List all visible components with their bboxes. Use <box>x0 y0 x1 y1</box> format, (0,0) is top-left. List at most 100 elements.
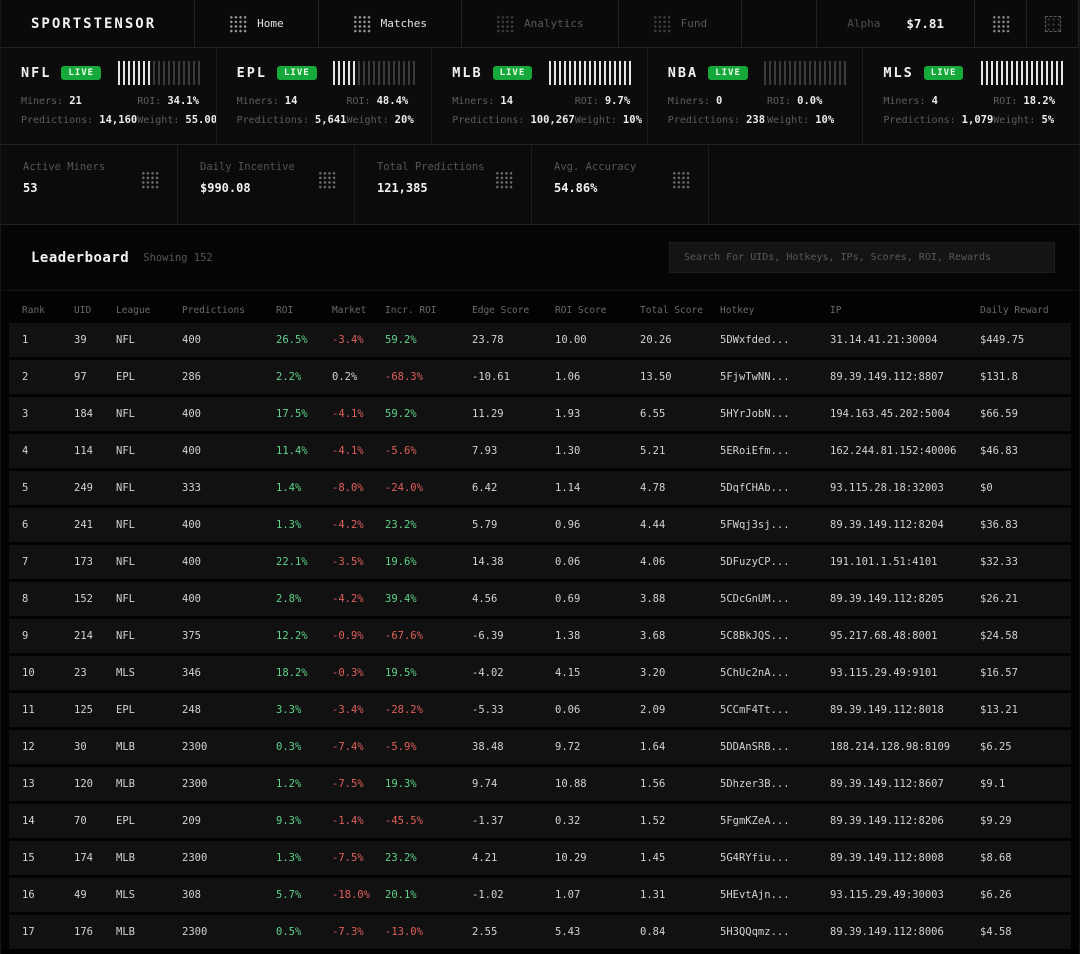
cell-uid: 120 <box>74 778 116 790</box>
cell-predictions: 400 <box>182 593 276 605</box>
cell-rank: 14 <box>22 815 74 827</box>
cell-hotkey: 5Dhzer3B... <box>720 778 830 790</box>
table-row[interactable]: 11125EPL2483.3%-3.4%-28.2%-5.330.062.095… <box>9 693 1071 727</box>
cell-roi: 12.2% <box>276 630 332 642</box>
league-card-nfl: NFL LIVE Miners: 21 ROI: 34.1% Predictio… <box>1 48 217 144</box>
cell-uid: 173 <box>74 556 116 568</box>
cell-total-score: 3.20 <box>640 667 720 679</box>
roi-value: 0.0% <box>797 95 822 107</box>
cell-market: -0.3% <box>332 667 385 679</box>
cell-hotkey: 5FWqj3sj... <box>720 519 830 531</box>
table-row[interactable]: 3184NFL40017.5%-4.1%59.2%11.291.936.555H… <box>9 397 1071 431</box>
cell-hotkey: 5DWxfded... <box>720 334 830 346</box>
weight-gauge <box>118 61 200 85</box>
stat-value: 53 <box>23 181 105 195</box>
predictions-value: 100,267 <box>530 114 574 126</box>
cell-market: -4.2% <box>332 519 385 531</box>
live-badge: LIVE <box>924 66 964 80</box>
league-card-epl: EPL LIVE Miners: 14 ROI: 48.4% Predictio… <box>217 48 433 144</box>
cell-edge-score: 4.56 <box>472 593 555 605</box>
table-row[interactable]: 8152NFL4002.8%-4.2%39.4%4.560.693.885CDc… <box>9 582 1071 616</box>
column-header-predictions: Predictions <box>182 305 276 316</box>
cell-ip: 95.217.68.48:8001 <box>830 630 980 642</box>
cell-hotkey: 5ChUc2nA... <box>720 667 830 679</box>
cell-ip: 31.14.41.21:30004 <box>830 334 980 346</box>
cell-total-score: 20.26 <box>640 334 720 346</box>
stat-total-predictions: Total Predictions 121,385 <box>355 145 532 224</box>
table-row[interactable]: 4114NFL40011.4%-4.1%-5.6%7.931.305.215ER… <box>9 434 1071 468</box>
table-row[interactable]: 7173NFL40022.1%-3.5%19.6%14.380.064.065D… <box>9 545 1071 579</box>
cell-hotkey: 5FgmKZeA... <box>720 815 830 827</box>
cell-total-score: 4.44 <box>640 519 720 531</box>
grid-menu-button[interactable] <box>975 0 1027 47</box>
cell-market: -7.5% <box>332 852 385 864</box>
table-row[interactable]: 139NFL40026.5%-3.4%59.2%23.7810.0020.265… <box>9 323 1071 357</box>
roi-value: 34.1% <box>167 95 199 107</box>
live-badge: LIVE <box>61 66 101 80</box>
cell-predictions: 400 <box>182 519 276 531</box>
cell-edge-score: -10.61 <box>472 371 555 383</box>
alpha-label: Alpha <box>847 17 880 30</box>
cell-hotkey: 5G4RYfiu... <box>720 852 830 864</box>
cell-league: EPL <box>116 371 182 383</box>
cell-roi-score: 1.38 <box>555 630 640 642</box>
cell-predictions: 308 <box>182 889 276 901</box>
table-row[interactable]: 9214NFL37512.2%-0.9%-67.6%-6.391.383.685… <box>9 619 1071 653</box>
cell-daily-reward: $6.25 <box>980 741 1071 753</box>
table-row[interactable]: 1470EPL2099.3%-1.4%-45.5%-1.370.321.525F… <box>9 804 1071 838</box>
search-input[interactable] <box>669 242 1055 273</box>
cell-uid: 249 <box>74 482 116 494</box>
table-row[interactable]: 6241NFL4001.3%-4.2%23.2%5.790.964.445FWq… <box>9 508 1071 542</box>
nav-item-home[interactable]: Home <box>195 0 319 47</box>
league-name: EPL <box>237 65 267 81</box>
cell-hotkey: 5ERoiEfm... <box>720 445 830 457</box>
cell-ip: 89.39.149.112:8205 <box>830 593 980 605</box>
cell-edge-score: -6.39 <box>472 630 555 642</box>
cell-market: -1.4% <box>332 815 385 827</box>
cell-predictions: 333 <box>182 482 276 494</box>
cell-daily-reward: $8.68 <box>980 852 1071 864</box>
table-row[interactable]: 15174MLB23001.3%-7.5%23.2%4.2110.291.455… <box>9 841 1071 875</box>
cell-hotkey: 5H3QQqmz... <box>720 926 830 938</box>
cell-league: NFL <box>116 482 182 494</box>
cell-market: 0.2% <box>332 371 385 383</box>
cell-edge-score: 5.79 <box>472 519 555 531</box>
stat-value: 54.86% <box>554 181 636 195</box>
cell-uid: 23 <box>74 667 116 679</box>
table-row[interactable]: 1023MLS34618.2%-0.3%19.5%-4.024.153.205C… <box>9 656 1071 690</box>
cell-market: -7.3% <box>332 926 385 938</box>
table-row[interactable]: 17176MLB23000.5%-7.3%-13.0%2.555.430.845… <box>9 915 1071 949</box>
cell-uid: 97 <box>74 371 116 383</box>
roi-label: ROI: <box>767 96 791 107</box>
weight-value: 55.0000 <box>185 114 216 126</box>
cell-edge-score: 7.93 <box>472 445 555 457</box>
nav-item-analytics[interactable]: Analytics <box>462 0 619 47</box>
stat-avg-accuracy: Avg. Accuracy 54.86% <box>532 145 709 224</box>
cell-predictions: 400 <box>182 556 276 568</box>
cell-total-score: 4.78 <box>640 482 720 494</box>
nav-item-fund[interactable]: Fund <box>619 0 743 47</box>
table-row[interactable]: 1649MLS3085.7%-18.0%20.1%-1.021.071.315H… <box>9 878 1071 912</box>
cell-total-score: 5.21 <box>640 445 720 457</box>
cell-uid: 39 <box>74 334 116 346</box>
cell-rank: 8 <box>22 593 74 605</box>
nav-item-matches[interactable]: Matches <box>319 0 462 47</box>
nav-items: Home Matches Analytics Fund <box>195 0 742 47</box>
table-row[interactable]: 5249NFL3331.4%-8.0%-24.0%6.421.144.785Dq… <box>9 471 1071 505</box>
column-header-uid: UID <box>74 305 116 316</box>
cell-total-score: 1.45 <box>640 852 720 864</box>
table-row[interactable]: 1230MLB23000.3%-7.4%-5.9%38.489.721.645D… <box>9 730 1071 764</box>
dashed-frame-button[interactable] <box>1027 0 1079 47</box>
cell-uid: 125 <box>74 704 116 716</box>
cell-roi: 5.7% <box>276 889 332 901</box>
cell-total-score: 1.52 <box>640 815 720 827</box>
cell-rank: 7 <box>22 556 74 568</box>
table-row[interactable]: 13120MLB23001.2%-7.5%19.3%9.7410.881.565… <box>9 767 1071 801</box>
column-header-roi: ROI <box>276 305 332 316</box>
cell-roi: 0.5% <box>276 926 332 938</box>
table-row[interactable]: 297EPL2862.2%0.2%-68.3%-10.611.0613.505F… <box>9 360 1071 394</box>
cell-incr-roi: 20.1% <box>385 889 472 901</box>
cell-hotkey: 5DDAnSRB... <box>720 741 830 753</box>
cell-predictions: 375 <box>182 630 276 642</box>
cell-roi: 3.3% <box>276 704 332 716</box>
